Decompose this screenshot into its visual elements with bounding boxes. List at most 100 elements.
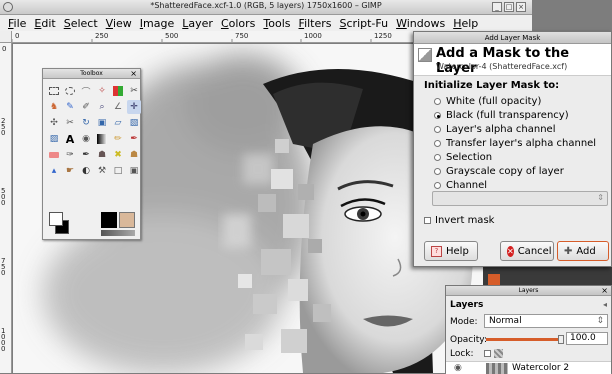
- heal-icon[interactable]: ✖: [111, 148, 125, 162]
- radio-icon: [434, 126, 441, 133]
- menu-windows[interactable]: Windows: [392, 17, 449, 30]
- bucket-fill-icon[interactable]: ◉: [79, 132, 93, 146]
- eraser-icon[interactable]: [47, 148, 61, 162]
- invert-mask-checkbox[interactable]: Invert mask: [424, 215, 494, 226]
- opacity-slider[interactable]: [486, 338, 560, 341]
- shear-icon[interactable]: ▱: [111, 116, 125, 130]
- dialog-title: Add Layer Mask: [484, 34, 541, 42]
- ruler-tick: 250: [1, 117, 6, 137]
- menu-view[interactable]: View: [102, 17, 136, 30]
- panel-menu-icon[interactable]: ◂: [603, 300, 607, 309]
- rect-select-icon[interactable]: [47, 84, 61, 98]
- opacity-input[interactable]: 100.0: [566, 332, 608, 345]
- move-icon[interactable]: ✛: [127, 100, 141, 114]
- menu-layer[interactable]: Layer: [178, 17, 217, 30]
- tool-extra-3-icon[interactable]: ▣: [127, 164, 141, 178]
- color-picker-icon[interactable]: ✐: [79, 100, 93, 114]
- layer-row[interactable]: ◉ Watercolor 2: [446, 361, 611, 374]
- dialog-heading: Add a Mask to the Layer: [436, 46, 570, 76]
- option-label: White (full opacity): [446, 96, 542, 107]
- menu-colors[interactable]: Colors: [217, 17, 259, 30]
- init-mask-label: Initialize Layer Mask to:: [424, 80, 560, 91]
- layers-titlebar[interactable]: Layers ×: [446, 286, 611, 296]
- menu-image[interactable]: Image: [136, 17, 178, 30]
- scale-icon[interactable]: ▣: [95, 116, 109, 130]
- channel-select[interactable]: ⇕: [432, 191, 608, 206]
- menu-select[interactable]: Select: [60, 17, 102, 30]
- option-white[interactable]: White (full opacity): [434, 96, 541, 107]
- zoom-icon[interactable]: ⌕: [95, 100, 109, 114]
- eye-icon[interactable]: ◉: [454, 363, 462, 373]
- ruler-left[interactable]: 0 250 500 750 1000: [0, 43, 12, 373]
- crop-icon[interactable]: ✂: [63, 116, 77, 130]
- radio-icon: [434, 182, 441, 189]
- tool-extra-2-icon[interactable]: □: [111, 164, 125, 178]
- maximize-button[interactable]: □: [504, 2, 514, 12]
- close-button[interactable]: ×: [516, 2, 526, 12]
- tool-extra-icon[interactable]: ⚒: [95, 164, 109, 178]
- perspective-clone-icon[interactable]: ☗: [127, 148, 141, 162]
- ink-icon[interactable]: ✒: [79, 148, 93, 162]
- option-channel[interactable]: Channel: [434, 180, 487, 191]
- text-icon[interactable]: A: [63, 132, 77, 146]
- ellipse-select-icon[interactable]: [63, 84, 77, 98]
- smudge-icon[interactable]: ☛: [63, 164, 77, 178]
- dodge-burn-icon[interactable]: ◐: [79, 164, 93, 178]
- radio-selected-icon: [434, 112, 441, 119]
- menu-tools[interactable]: Tools: [259, 17, 294, 30]
- paths-icon[interactable]: ✎: [63, 100, 77, 114]
- airbrush-icon[interactable]: ✑: [63, 148, 77, 162]
- perspective-icon[interactable]: ▧: [127, 116, 141, 130]
- scissors-icon[interactable]: ✂: [127, 84, 141, 98]
- close-icon[interactable]: ×: [601, 286, 608, 296]
- cancel-button[interactable]: ✕ Cancel: [500, 241, 554, 261]
- brush-preview[interactable]: [101, 212, 117, 228]
- color-select-icon[interactable]: [111, 84, 125, 98]
- clone-icon[interactable]: ☗: [95, 148, 109, 162]
- lasso-icon[interactable]: ⌒: [79, 84, 93, 98]
- radio-icon: [434, 154, 441, 161]
- align-icon[interactable]: ✣: [47, 116, 61, 130]
- blur-icon[interactable]: ▴: [47, 164, 61, 178]
- menu-edit[interactable]: Edit: [30, 17, 59, 30]
- menu-file[interactable]: File: [4, 17, 30, 30]
- opacity-value: 100.0: [570, 333, 596, 343]
- foreground-color-swatch[interactable]: [49, 212, 63, 226]
- dialog-titlebar[interactable]: Add Layer Mask: [414, 32, 611, 44]
- rotate-icon[interactable]: ↻: [79, 116, 93, 130]
- fg-bg-colors[interactable]: [49, 212, 71, 234]
- pencil-icon[interactable]: ✏: [111, 132, 125, 146]
- option-layer-alpha[interactable]: Layer's alpha channel: [434, 124, 556, 135]
- ruler-tick: 1000: [1, 327, 6, 353]
- option-transfer-alpha[interactable]: Transfer layer's alpha channel: [434, 138, 596, 149]
- opacity-slider-handle[interactable]: [558, 335, 564, 344]
- option-selection[interactable]: Selection: [434, 152, 492, 163]
- help-button[interactable]: ? Help: [424, 241, 478, 261]
- menu-help[interactable]: Help: [449, 17, 482, 30]
- blend-icon[interactable]: [95, 132, 109, 146]
- lock-pixels-checkbox[interactable]: [484, 350, 491, 357]
- menu-filters[interactable]: Filters: [295, 17, 336, 30]
- add-button[interactable]: ✚ Add: [557, 241, 609, 261]
- option-grayscale[interactable]: Grayscale copy of layer: [434, 166, 564, 177]
- layers-dock-title: Layers: [518, 287, 539, 294]
- flip-icon[interactable]: ▨: [47, 132, 61, 146]
- mode-select[interactable]: Normal ⇕: [484, 314, 608, 328]
- measure-icon[interactable]: ∠: [111, 100, 125, 114]
- toolbox-close-button[interactable]: ×: [130, 69, 137, 79]
- option-label: Layer's alpha channel: [446, 124, 556, 135]
- minimize-button[interactable]: _: [492, 2, 502, 12]
- foreground-select-icon[interactable]: ♞: [47, 100, 61, 114]
- radio-icon: [434, 98, 441, 105]
- ruler-corner[interactable]: [0, 31, 12, 43]
- fuzzy-select-icon[interactable]: ✧: [95, 84, 109, 98]
- radio-icon: [434, 140, 441, 147]
- option-label: Transfer layer's alpha channel: [446, 138, 597, 149]
- paintbrush-icon[interactable]: ✒: [127, 132, 141, 146]
- option-black[interactable]: Black (full transparency): [434, 110, 569, 121]
- toolbox-titlebar[interactable]: Toolbox ×: [43, 69, 140, 79]
- gradient-preview[interactable]: [101, 230, 135, 236]
- cancel-label: Cancel: [517, 245, 552, 257]
- menu-script-fu[interactable]: Script-Fu: [336, 17, 393, 30]
- pattern-preview[interactable]: [119, 212, 135, 228]
